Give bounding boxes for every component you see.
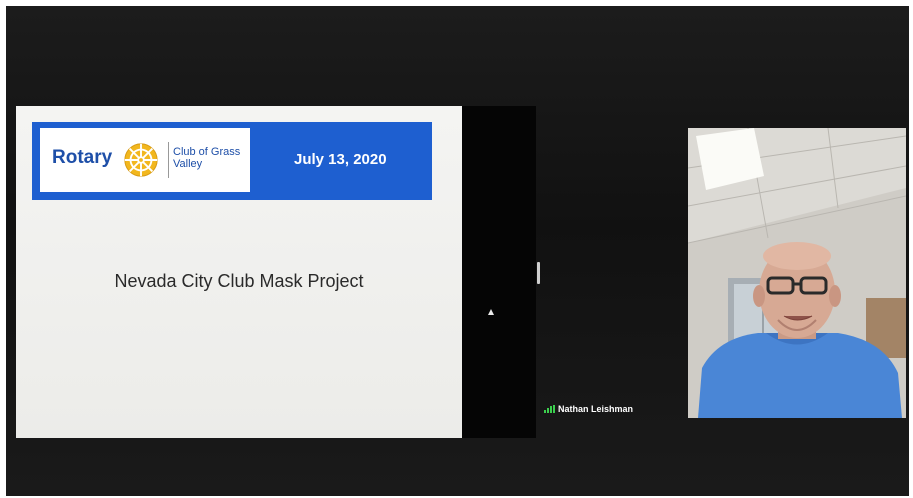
rotary-wheel-icon xyxy=(124,143,158,177)
participant-video-feed xyxy=(688,128,906,418)
slide-date: July 13, 2020 xyxy=(294,151,387,168)
split-view-drag-handle[interactable] xyxy=(537,262,540,284)
slide-title: Nevada City Club Mask Project xyxy=(114,271,364,291)
logo-divider xyxy=(168,142,169,178)
slide-banner: Rotary Club of Grass Valley July 13, 202… xyxy=(32,122,432,200)
signal-bars-icon xyxy=(544,405,555,413)
mouse-pointer-icon xyxy=(488,309,494,315)
participant-video-tile[interactable] xyxy=(688,128,906,418)
participant-name: Nathan Leishman xyxy=(558,404,634,414)
screen-share-area[interactable]: Rotary Club of Grass Valley July 13, 202… xyxy=(16,106,536,438)
shared-slide: Rotary Club of Grass Valley July 13, 202… xyxy=(16,106,462,438)
participant-name-tag: Nathan Leishman xyxy=(544,402,633,416)
rotary-logo: Rotary Club of Grass Valley xyxy=(40,128,250,192)
logo-subtitle: Club of Grass Valley xyxy=(173,146,241,170)
meeting-window: Rotary Club of Grass Valley July 13, 202… xyxy=(6,6,909,496)
logo-wordmark: Rotary xyxy=(52,147,113,168)
